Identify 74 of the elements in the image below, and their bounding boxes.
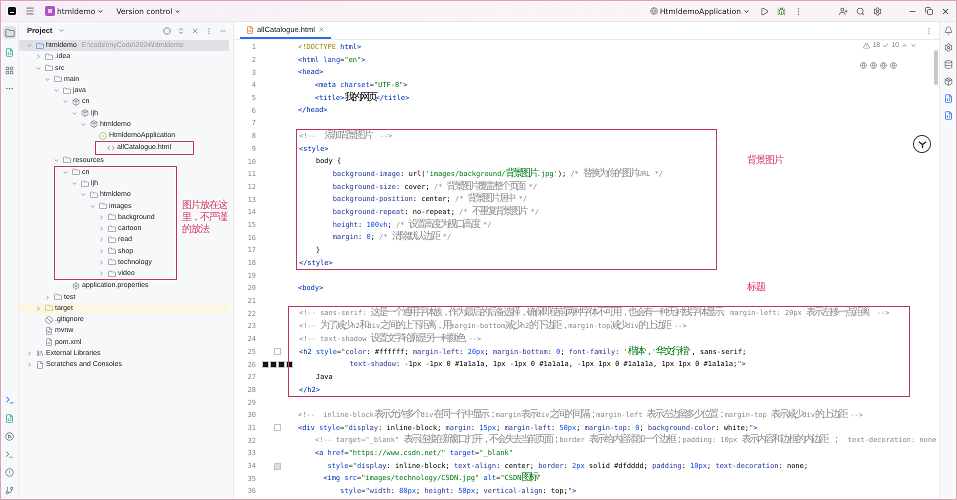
add-user-icon[interactable]	[839, 6, 848, 16]
expand-all-icon[interactable]	[177, 26, 185, 34]
browser-icon[interactable]	[860, 62, 867, 69]
menu-icon[interactable]	[25, 6, 35, 16]
annotation-note: 背景图片	[747, 155, 783, 168]
scrollbar-thumb	[934, 50, 938, 85]
folder-icon	[63, 156, 71, 164]
dropdown-icon	[97, 8, 104, 14]
folder-icon	[63, 86, 71, 95]
annotation-note: 标题	[747, 282, 765, 295]
terminal-icon[interactable]	[5, 450, 14, 459]
ignore-file-icon	[45, 316, 53, 324]
structure-icon[interactable]	[5, 66, 14, 75]
file-icon	[45, 326, 53, 335]
project-badge-icon	[45, 6, 55, 16]
folder-icon	[72, 168, 80, 176]
folder-icon	[108, 258, 116, 266]
folder-icon	[90, 190, 98, 199]
problems-icon[interactable]	[5, 468, 14, 477]
folder-icon	[54, 75, 62, 84]
settings-icon[interactable]	[873, 6, 882, 16]
annotation-note: 图片放在这里，不严谨的放法	[182, 200, 228, 236]
properties-file-icon	[72, 282, 80, 290]
database-icon[interactable]	[944, 60, 952, 69]
app-logo-icon[interactable]	[7, 6, 17, 16]
close-icon[interactable]	[941, 6, 950, 16]
code-file-icon[interactable]	[5, 48, 14, 57]
run-icon[interactable]	[5, 432, 14, 441]
code-file-icon	[246, 26, 254, 34]
xml-file-icon	[45, 338, 53, 346]
scratch-icon	[36, 360, 44, 369]
collapse-all-icon[interactable]	[191, 26, 199, 34]
code-icon[interactable]	[944, 94, 952, 103]
folder-icon	[108, 236, 116, 244]
package-icon	[90, 120, 98, 128]
package-icon	[72, 98, 80, 106]
folder-icon	[45, 52, 53, 61]
check-icon	[882, 42, 890, 49]
folder-icon	[108, 270, 116, 278]
folder-icon	[108, 247, 116, 256]
assistant-button[interactable]	[913, 135, 931, 153]
code-icon[interactable]	[944, 111, 952, 120]
browser-icon[interactable]	[880, 62, 887, 69]
browser-icon[interactable]	[870, 62, 877, 69]
previous-icon[interactable]	[901, 42, 908, 49]
class-icon	[99, 132, 107, 140]
folder-icon	[108, 213, 116, 222]
restore-icon[interactable]	[925, 7, 933, 15]
run-config-icon	[650, 7, 658, 15]
folder-icon	[45, 64, 53, 72]
dropdown-icon	[174, 8, 182, 14]
search-icon[interactable]	[856, 6, 865, 16]
code-file-icon	[107, 144, 115, 152]
folder-icon[interactable]	[4, 28, 14, 38]
locate-icon[interactable]	[163, 26, 171, 34]
folder-icon	[99, 202, 107, 210]
folder-icon	[36, 42, 44, 50]
debug-icon[interactable]	[777, 6, 786, 16]
services-icon[interactable]	[4, 395, 14, 405]
warning-icon	[863, 42, 870, 49]
folder-icon	[108, 224, 116, 233]
dropdown-icon	[743, 8, 750, 14]
library-icon	[36, 349, 44, 358]
package-icon	[81, 109, 89, 118]
dropdown-icon[interactable]	[58, 27, 66, 34]
folder-icon	[54, 293, 62, 302]
next-icon[interactable]	[910, 42, 917, 49]
folder-icon	[81, 180, 89, 188]
git-icon[interactable]	[5, 486, 14, 495]
browser-icon[interactable]	[890, 62, 897, 69]
folder-icon	[45, 304, 53, 312]
code-file-icon[interactable]	[5, 414, 14, 423]
notifications-icon[interactable]	[944, 26, 952, 35]
run-icon[interactable]	[760, 6, 769, 16]
